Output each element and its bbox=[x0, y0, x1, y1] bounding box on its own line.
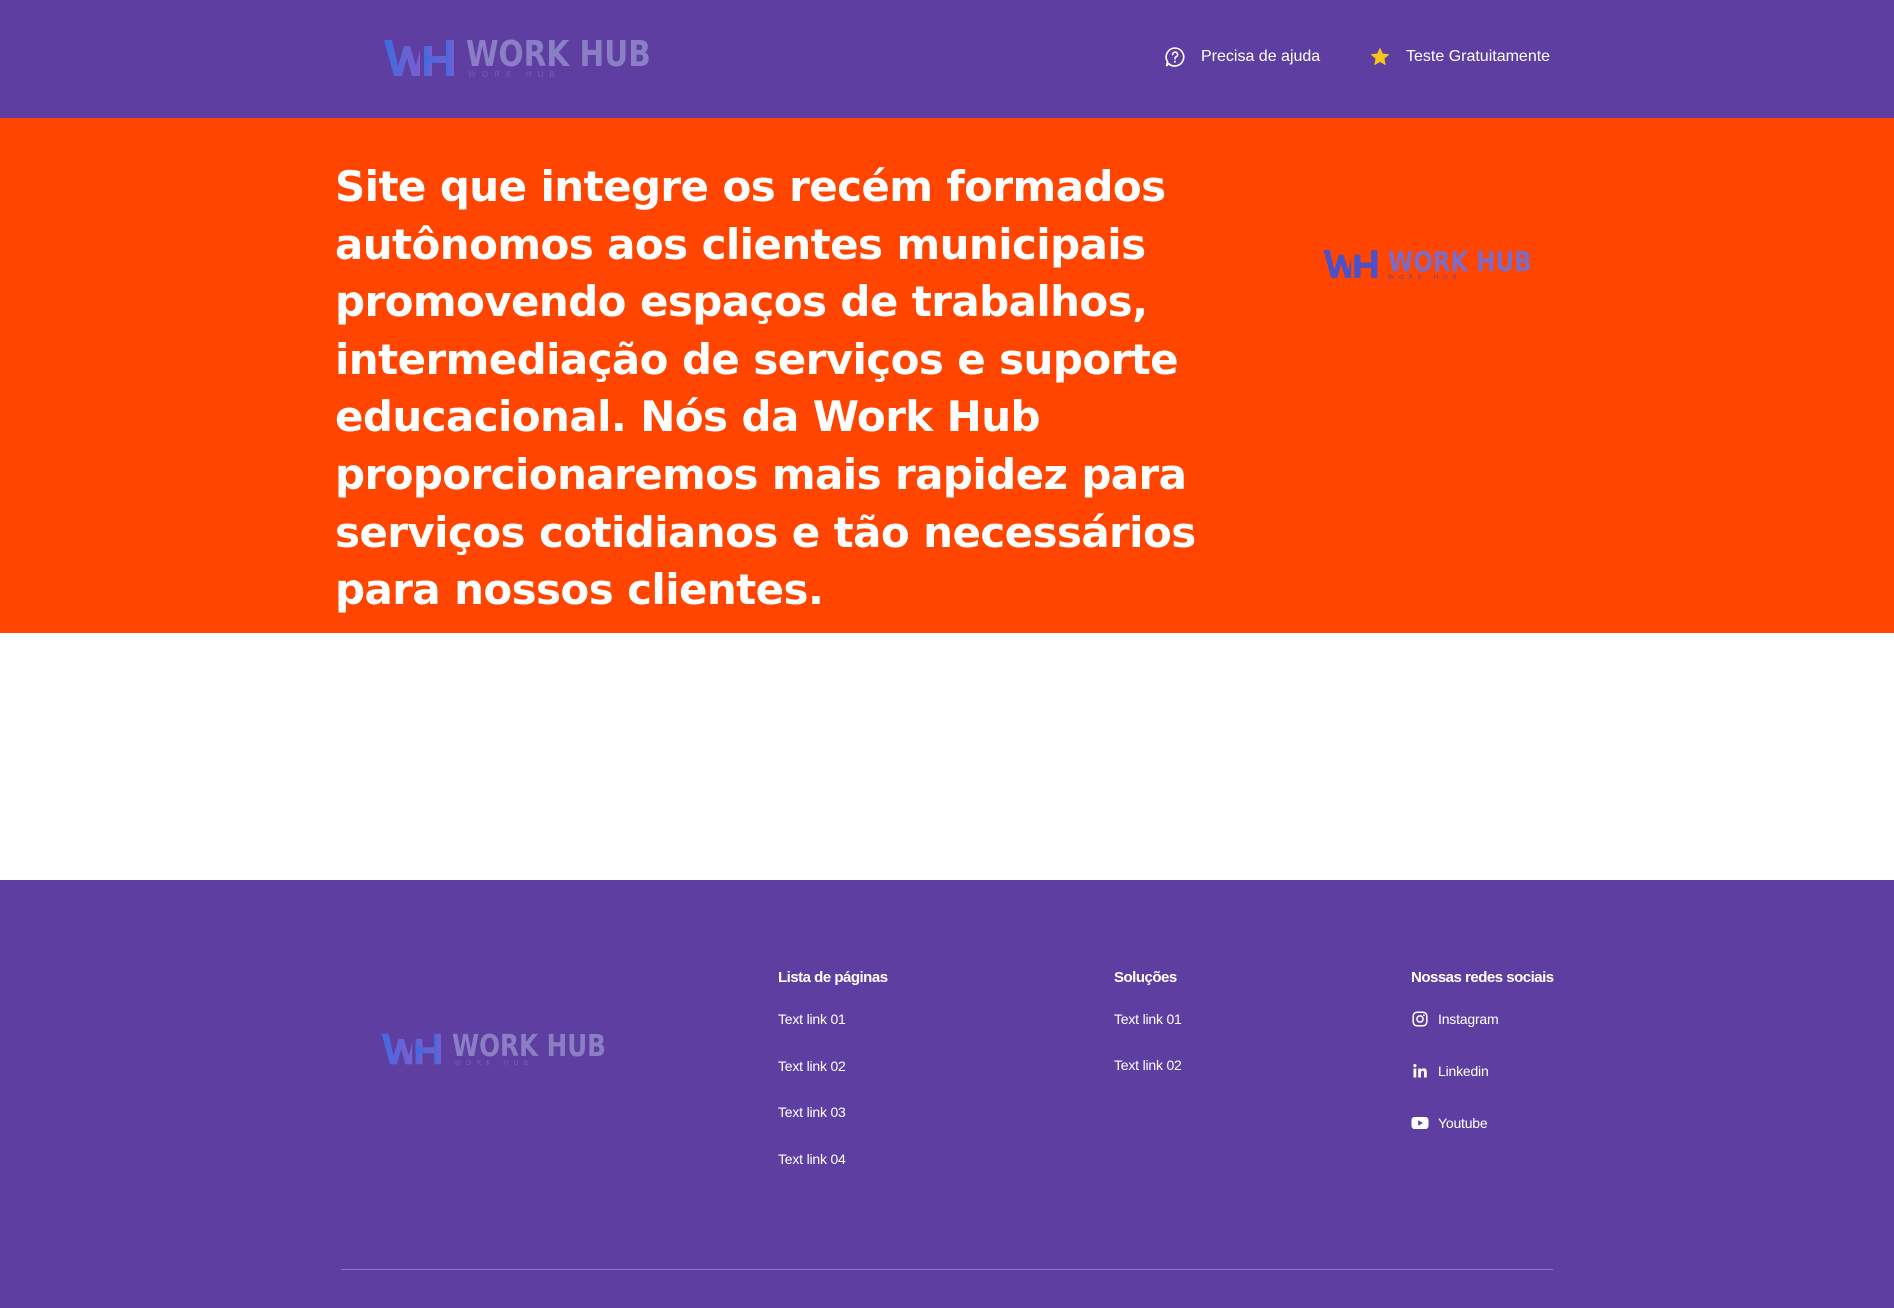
header-logo[interactable]: WORK HUB WORK HUB bbox=[382, 36, 691, 80]
logo-wordmark: WORK HUB bbox=[1388, 244, 1532, 278]
free-trial-label: Teste Gratuitamente bbox=[1406, 48, 1551, 65]
work-hub-logo-icon bbox=[1323, 250, 1378, 278]
social-label: Youtube bbox=[1438, 1115, 1488, 1131]
hero-section: Site que integre os recém formados autôn… bbox=[0, 118, 1894, 633]
hero-logo: WORK HUB WORK HUB bbox=[1322, 246, 1563, 282]
footer-solutions-title: Soluções bbox=[1114, 969, 1177, 986]
footer-solutions-list: Text link 01 Text link 02 bbox=[1114, 1009, 1182, 1075]
logo-wordmark: WORK HUB bbox=[452, 1028, 606, 1064]
footer-divider bbox=[341, 1269, 1553, 1270]
footer-pages-column: Lista de páginas Text link 01 Text link … bbox=[778, 968, 888, 1195]
footer-logo[interactable]: WORK HUB WORK HUB bbox=[380, 1030, 640, 1068]
footer-solutions-column: Soluções Text link 01 Text link 02 bbox=[1114, 968, 1182, 1101]
social-label: Instagram bbox=[1438, 1011, 1499, 1027]
footer-social-list: Instagram Linkedin Youtube bbox=[1411, 1009, 1554, 1133]
help-label: Precisa de ajuda bbox=[1201, 48, 1321, 65]
social-link-linkedin[interactable]: Linkedin bbox=[1411, 1061, 1554, 1081]
linkedin-icon bbox=[1411, 1062, 1429, 1080]
instagram-icon bbox=[1411, 1010, 1429, 1028]
star-icon bbox=[1369, 46, 1391, 68]
social-link-instagram[interactable]: Instagram bbox=[1411, 1009, 1554, 1029]
free-trial-link[interactable]: Teste Gratuitamente bbox=[1369, 46, 1550, 68]
footer-solution-link[interactable]: Text link 01 bbox=[1114, 1009, 1182, 1029]
footer-pages-title: Lista de páginas bbox=[778, 969, 888, 986]
youtube-icon bbox=[1411, 1114, 1429, 1132]
footer-social-title: Nossas redes sociais bbox=[1411, 969, 1554, 986]
footer-solution-link[interactable]: Text link 02 bbox=[1114, 1055, 1182, 1075]
social-label: Linkedin bbox=[1438, 1063, 1489, 1079]
footer-page-link[interactable]: Text link 04 bbox=[778, 1149, 888, 1169]
content-spacer bbox=[0, 633, 1894, 880]
footer-page-link[interactable]: Text link 01 bbox=[778, 1009, 888, 1029]
social-link-youtube[interactable]: Youtube bbox=[1411, 1113, 1554, 1133]
footer-page-link[interactable]: Text link 02 bbox=[778, 1056, 888, 1076]
question-bubble-icon bbox=[1164, 46, 1186, 68]
footer-pages-list: Text link 01 Text link 02 Text link 03 T… bbox=[778, 1009, 888, 1169]
help-link[interactable]: Precisa de ajuda bbox=[1164, 46, 1320, 68]
work-hub-logo-icon bbox=[384, 40, 454, 76]
footer-page-link[interactable]: Text link 03 bbox=[778, 1102, 888, 1122]
logo-wordmark: WORK HUB bbox=[466, 34, 651, 75]
work-hub-logo-icon bbox=[381, 1033, 441, 1065]
footer-social-column: Nossas redes sociais Instagram Linkedin … bbox=[1411, 968, 1554, 1165]
site-footer: WORK HUB WORK HUB Lista de páginas Text … bbox=[0, 880, 1894, 1308]
site-header: WORK HUB WORK HUB Precisa de ajuda Teste… bbox=[0, 0, 1894, 118]
hero-description: Site que integre os recém formados autôn… bbox=[335, 162, 1196, 615]
